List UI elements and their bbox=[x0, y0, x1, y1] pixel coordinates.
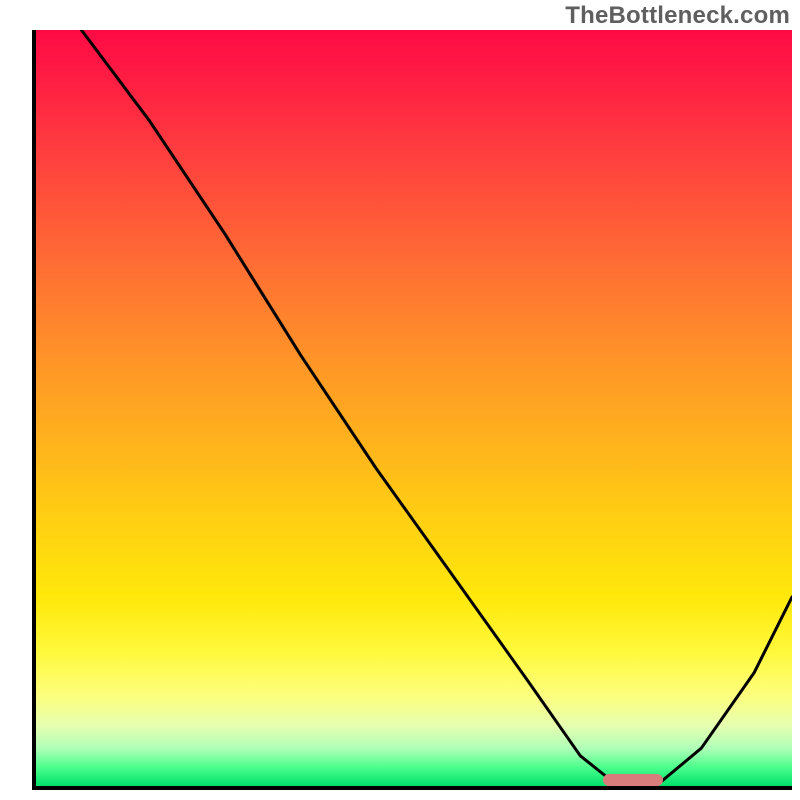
y-axis bbox=[32, 30, 36, 790]
bottleneck-curve bbox=[36, 30, 792, 786]
optimal-range-marker bbox=[603, 774, 663, 786]
chart-container: TheBottleneck.com bbox=[0, 0, 800, 800]
x-axis bbox=[32, 786, 792, 790]
watermark-label: TheBottleneck.com bbox=[565, 2, 790, 30]
plot-area bbox=[36, 30, 792, 786]
